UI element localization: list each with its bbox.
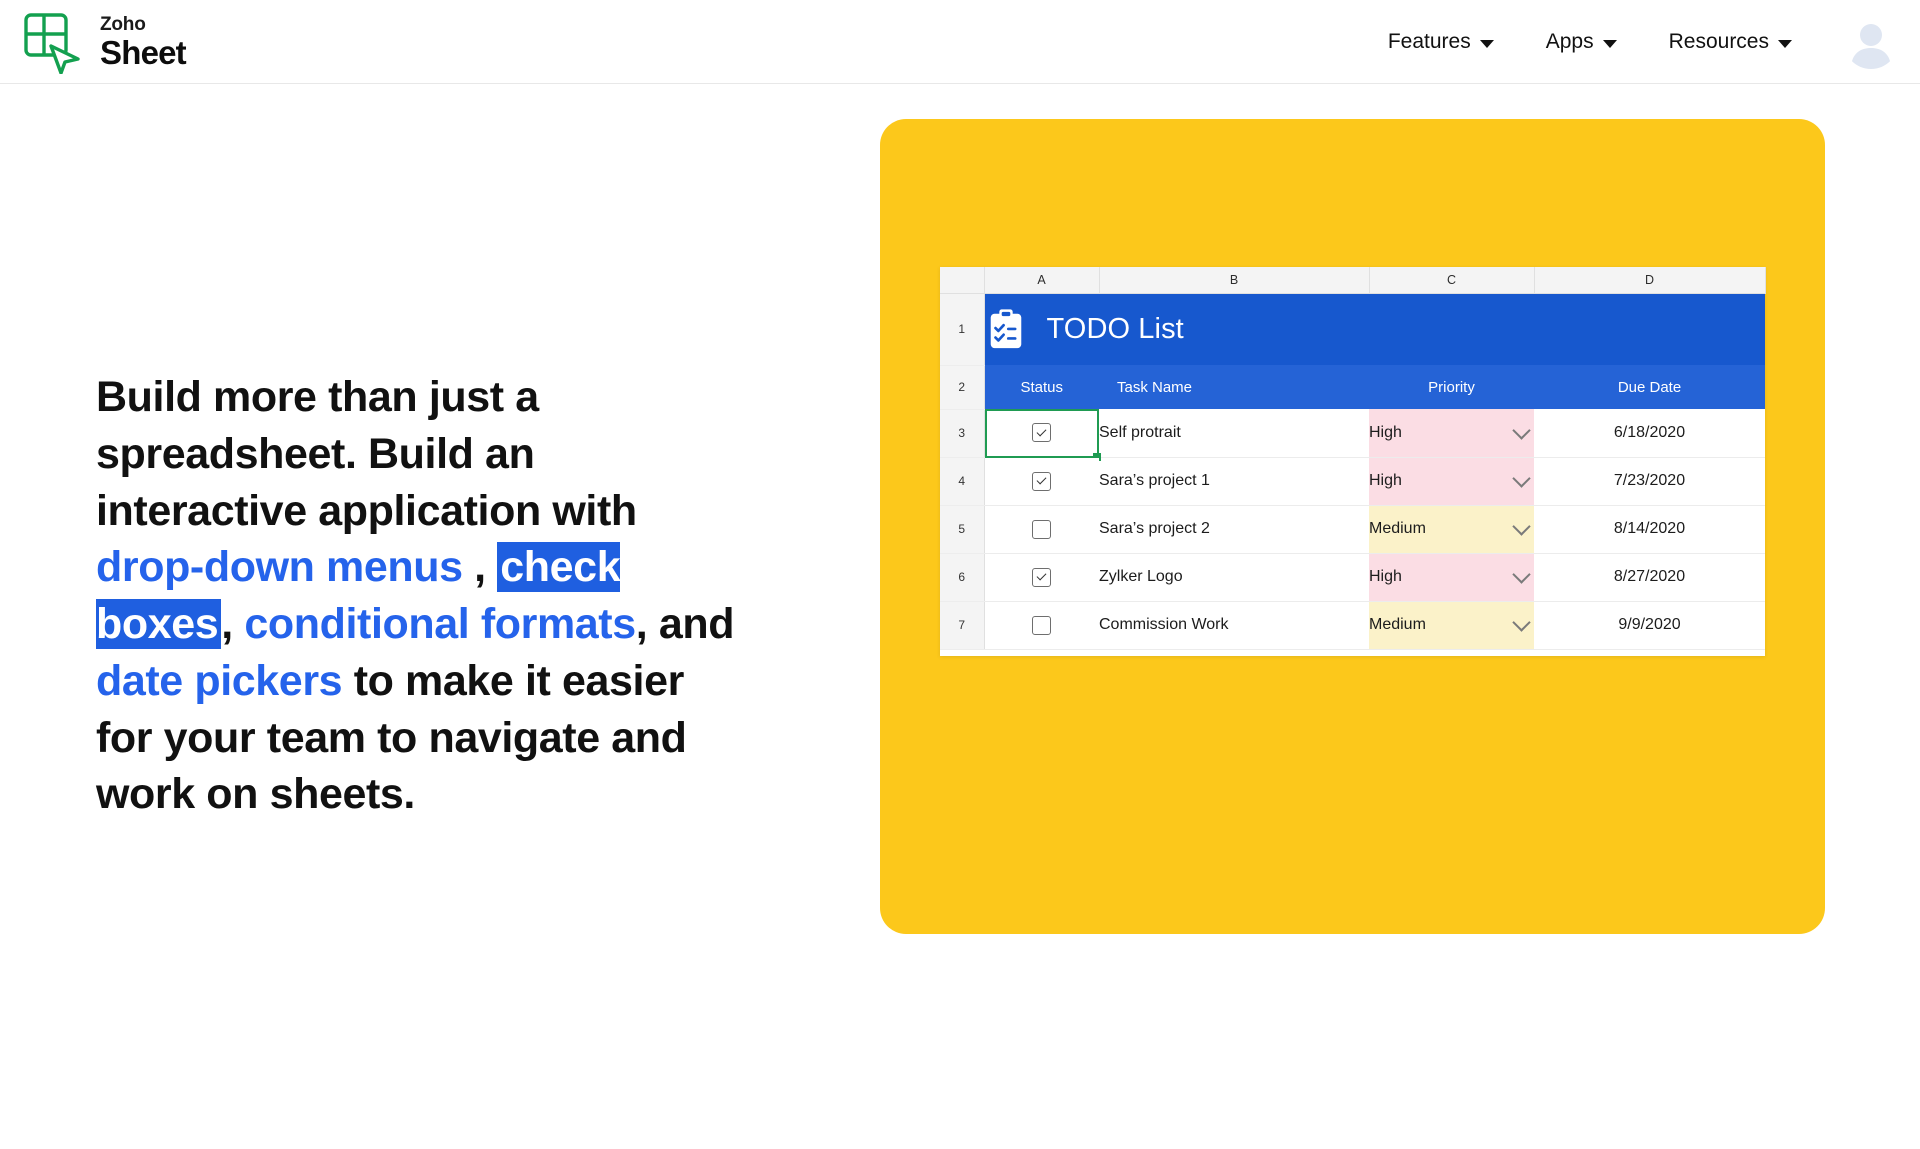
cell-status-5[interactable] — [984, 505, 1099, 554]
row-header-3[interactable]: 3 — [940, 409, 985, 458]
checkbox-checked-icon[interactable] — [1032, 423, 1052, 443]
cell-status-7[interactable] — [984, 601, 1099, 650]
checkbox-unchecked-icon[interactable] — [1032, 519, 1052, 539]
nav-item-apps[interactable]: Apps — [1546, 30, 1617, 54]
cell-priority-6[interactable]: High — [1369, 553, 1534, 602]
checkbox-checked-icon[interactable] — [1032, 567, 1052, 587]
column-header-row: A B C D — [940, 267, 1766, 294]
cell-due-date-3[interactable]: 6/18/2020 — [1534, 409, 1765, 458]
cell-due-date-5[interactable]: 8/14/2020 — [1534, 505, 1765, 554]
chevron-down-icon — [1602, 39, 1617, 48]
row-header-5[interactable]: 5 — [940, 505, 985, 554]
row-header-4[interactable]: 4 — [940, 457, 985, 506]
headline-text-2: , — [462, 543, 498, 592]
column-header-c[interactable]: C — [1369, 267, 1535, 294]
headline-text-0: Build more than just a spreadsheet. Buil… — [96, 373, 637, 535]
chevron-down-icon[interactable] — [1512, 421, 1531, 440]
user-avatar-icon[interactable] — [1844, 14, 1898, 69]
cell-priority-7[interactable]: Medium — [1369, 601, 1534, 650]
chevron-down-icon — [1778, 39, 1792, 48]
headline-link-1[interactable]: drop-down menus — [96, 543, 463, 591]
nav-item-resources-label: Resources — [1668, 29, 1769, 53]
check-mark-icon — [1036, 426, 1047, 437]
hero-section: Build more than just a spreadsheet. Buil… — [0, 84, 1920, 1148]
table-row: 7 Commission Work Medium 9/9/2020 — [940, 601, 1765, 650]
hero-visual-column: A B C D 1 TODO List 2 Status Task Name P… — [760, 84, 1920, 1148]
row-header-1[interactable]: 1 — [940, 293, 985, 366]
checkbox-checked-icon[interactable] — [1032, 471, 1052, 491]
top-navigation-bar: Zoho Sheet Features Apps Resources — [0, 0, 1920, 84]
table-row: 3 Self protrait High 6/18/2020 — [940, 409, 1765, 461]
cell-task-name-7[interactable]: Commission Work — [1099, 601, 1369, 650]
cell-priority-4[interactable]: High — [1369, 457, 1534, 506]
cell-task-name-5[interactable]: Sara’s project 2 — [1099, 505, 1369, 554]
priority-value-6: High — [1369, 568, 1402, 585]
table-header-task-name: Task Name — [1099, 365, 1369, 409]
sheet-title-text: TODO List — [1046, 312, 1184, 345]
row-header-7[interactable]: 7 — [940, 601, 985, 650]
table-row: 5 Sara’s project 2 Medium 8/14/2020 — [940, 505, 1765, 554]
grid-corner-cell[interactable] — [940, 267, 985, 294]
spreadsheet-widget: A B C D 1 TODO List 2 Status Task Name P… — [940, 267, 1766, 656]
headline-link-7[interactable]: date pickers — [96, 657, 343, 705]
check-mark-icon — [1036, 570, 1047, 581]
chevron-down-icon[interactable] — [1512, 565, 1531, 584]
cell-due-date-4[interactable]: 7/23/2020 — [1534, 457, 1765, 506]
priority-value-7: Medium — [1369, 616, 1426, 633]
brand-name-sheet: Sheet — [100, 33, 187, 71]
nav-item-resources[interactable]: Resources — [1669, 30, 1792, 54]
column-header-a[interactable]: A — [984, 267, 1100, 294]
headline-text-6: , and — [635, 600, 735, 648]
cell-status-6[interactable] — [984, 553, 1099, 602]
cell-status-4[interactable] — [984, 457, 1099, 506]
row-header-6[interactable]: 6 — [940, 553, 985, 602]
clipboard-checklist-icon — [985, 308, 1027, 350]
cell-due-date-6[interactable]: 8/27/2020 — [1534, 553, 1765, 602]
zoho-sheet-logo-icon — [20, 10, 84, 75]
sheet-title-row: 1 TODO List — [940, 293, 1765, 366]
table-row: 4 Sara’s project 1 High 7/23/2020 — [940, 457, 1765, 506]
sheet-title-banner: TODO List — [984, 293, 1765, 365]
check-mark-icon — [1036, 474, 1047, 485]
cell-task-name-3[interactable]: Self protrait — [1099, 409, 1369, 458]
cell-priority-5[interactable]: Medium — [1369, 505, 1534, 554]
column-header-d[interactable]: D — [1534, 267, 1766, 294]
hero-copy-column: Build more than just a spreadsheet. Buil… — [0, 84, 760, 1148]
nav-item-features-label: Features — [1387, 29, 1471, 53]
priority-value-3: High — [1369, 423, 1402, 441]
nav-item-features[interactable]: Features — [1388, 30, 1494, 54]
chevron-down-icon[interactable] — [1512, 613, 1531, 632]
cell-due-date-7[interactable]: 9/9/2020 — [1534, 601, 1765, 650]
priority-value-5: Medium — [1369, 520, 1426, 537]
table-row: 6 Zylker Logo High 8/27/2020 — [940, 553, 1765, 602]
headline-link-5[interactable]: conditional formats — [244, 600, 636, 648]
spreadsheet-grid: A B C D 1 TODO List 2 Status Task Name P… — [940, 267, 1766, 650]
row-header-2[interactable]: 2 — [940, 365, 985, 410]
checkbox-unchecked-icon[interactable] — [1032, 615, 1052, 635]
chevron-down-icon — [1479, 39, 1494, 48]
nav-item-apps-label: Apps — [1545, 29, 1594, 53]
sheet-bottom-padding — [940, 649, 1765, 656]
table-header-due-date: Due Date — [1534, 365, 1765, 409]
chevron-down-icon[interactable] — [1512, 517, 1531, 536]
column-header-b[interactable]: B — [1099, 267, 1370, 294]
chevron-down-icon[interactable] — [1512, 469, 1531, 488]
cell-task-name-6[interactable]: Zylker Logo — [1099, 553, 1369, 602]
cell-priority-3[interactable]: High — [1369, 409, 1534, 458]
table-header-priority: Priority — [1369, 365, 1534, 409]
table-header-status: Status — [984, 365, 1099, 409]
priority-value-4: High — [1369, 472, 1402, 489]
nav-links: Features Apps Resources — [1388, 14, 1898, 69]
headline-text-4: , — [221, 600, 245, 648]
table-header-row: 2 Status Task Name Priority Due Date — [940, 365, 1765, 410]
brand-name-zoho: Zoho — [100, 13, 146, 35]
brand-logo[interactable]: Zoho Sheet — [20, 10, 187, 75]
cell-task-name-4[interactable]: Sara’s project 1 — [1099, 457, 1369, 506]
hero-headline: Build more than just a spreadsheet. Buil… — [96, 369, 746, 823]
cell-status-3[interactable] — [984, 409, 1101, 461]
